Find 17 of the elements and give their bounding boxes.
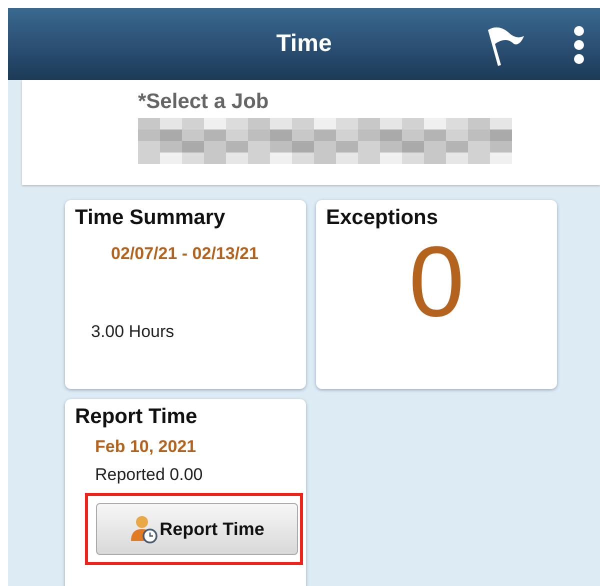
report-time-button[interactable]: Report Time [96, 503, 298, 555]
tile-card[interactable]: Exceptions 0 [316, 200, 557, 389]
reported-hours: Reported 0.00 [95, 465, 203, 485]
tile-card[interactable]: Time Summary 02/07/21 - 02/13/21 3.00 Hours [65, 200, 306, 389]
date-range: 02/07/21 - 02/13/21 [111, 244, 258, 264]
person-clock-icon [130, 514, 158, 544]
job-label: *Select a Job [138, 90, 269, 114]
page-title: Time [276, 30, 332, 58]
exception-count: 0 [408, 230, 464, 335]
report-date: Feb 10, 2021 [95, 437, 196, 457]
tile-title: Report Time [75, 405, 198, 429]
tile-title: Time Summary [75, 206, 226, 230]
more-menu-icon[interactable] [573, 25, 585, 65]
hours-total: 3.00 Hours [91, 322, 174, 342]
flag-icon[interactable] [486, 26, 526, 68]
tile-title: Exceptions [326, 206, 438, 230]
tile-card[interactable]: Report Time Feb 10, 2021 Reported 0.00 Report Time [65, 399, 306, 586]
